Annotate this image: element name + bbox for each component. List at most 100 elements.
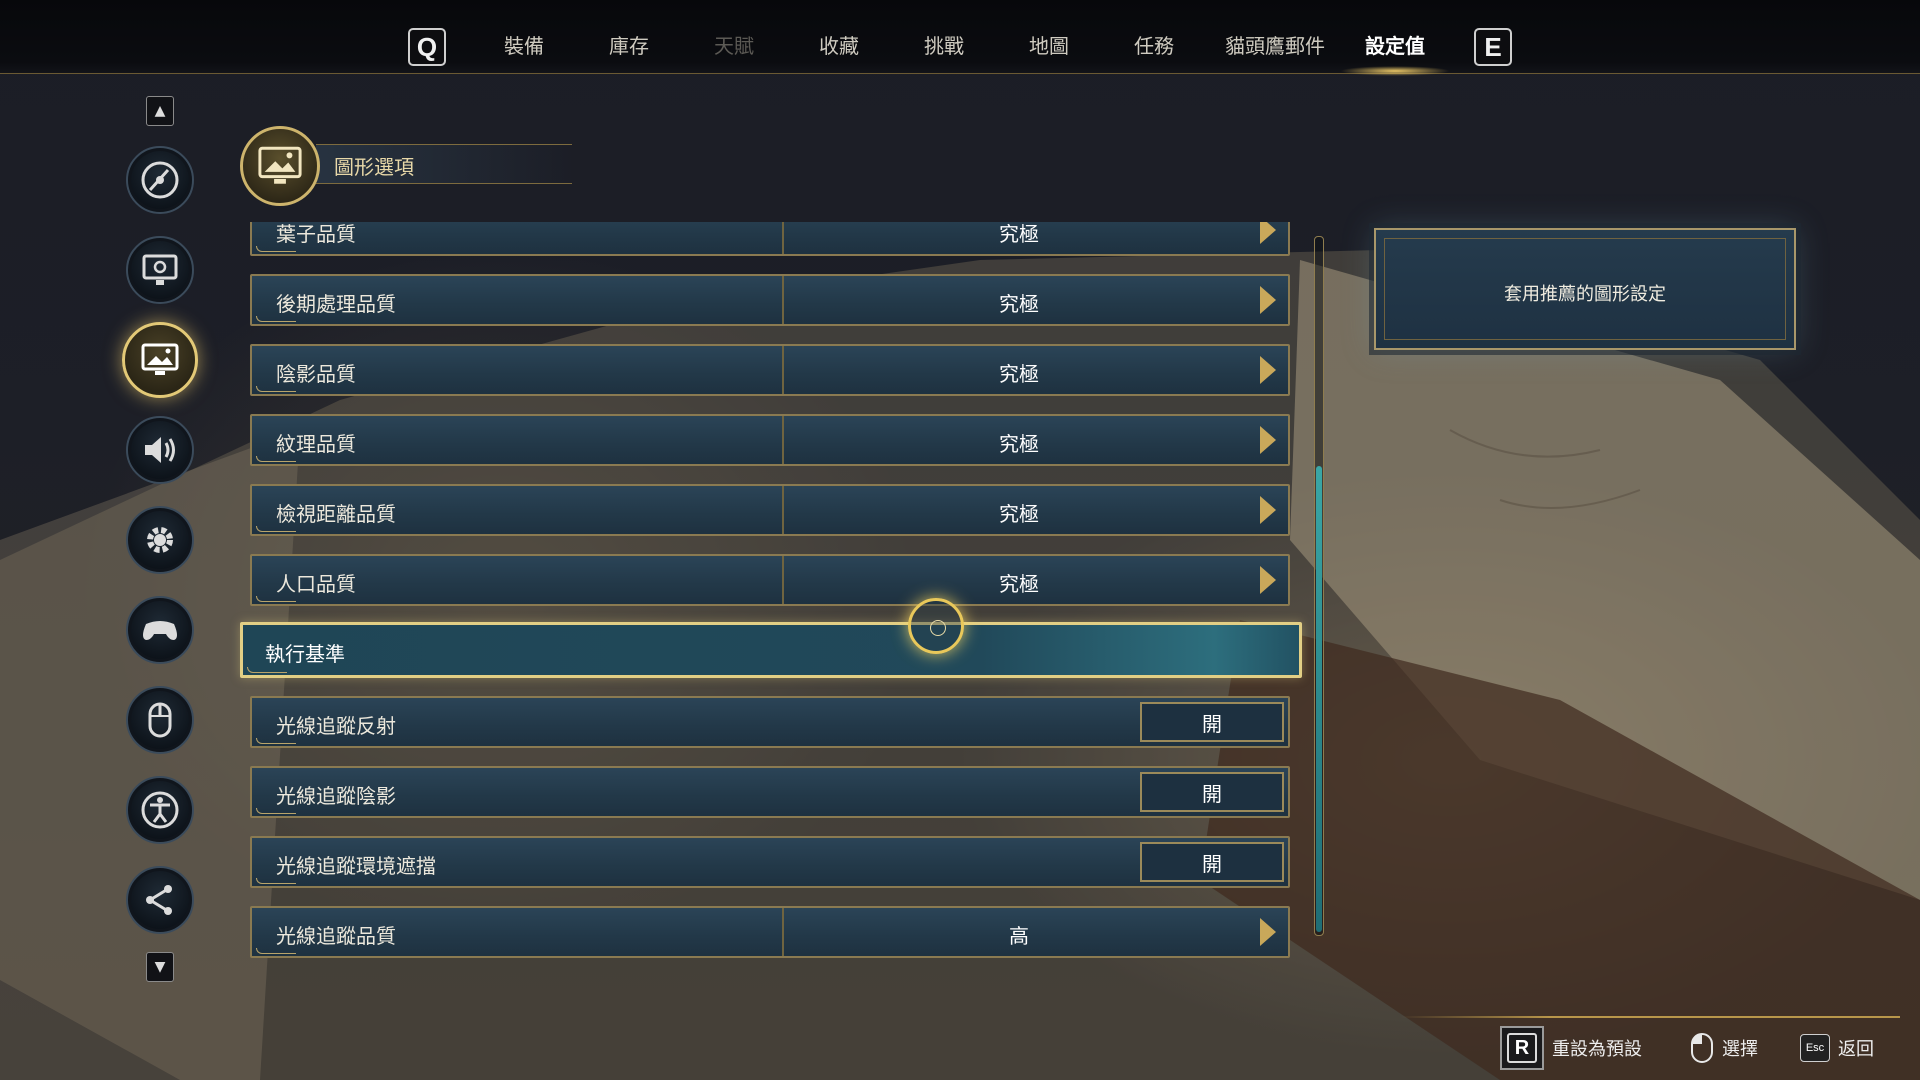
sidebar-item-disc[interactable] — [126, 146, 194, 214]
setting-label: 人口品質 — [276, 572, 356, 596]
row-flourish — [256, 316, 296, 322]
arrow-right-icon[interactable] — [1260, 496, 1276, 524]
tab-collections[interactable]: 收藏 — [811, 30, 867, 62]
reset-defaults-hint[interactable]: R 重設為預設 — [1500, 1026, 1642, 1070]
active-tab-glow — [1340, 66, 1450, 76]
image-monitor-icon — [258, 146, 302, 184]
apply-recommended-label: 套用推薦的圖形設定 — [1504, 284, 1666, 305]
setting-row-rt-reflections[interactable]: 光線追蹤反射 開 — [250, 696, 1290, 748]
tab-settings[interactable]: 設定值 — [1360, 30, 1430, 62]
disc-icon — [141, 161, 179, 199]
setting-row-rt-shadows[interactable]: 光線追蹤陰影 開 — [250, 766, 1290, 818]
mouse-left-click-icon — [1691, 1033, 1713, 1063]
select-hint[interactable]: 選擇 — [1690, 1028, 1758, 1068]
row-flourish — [256, 878, 296, 884]
accessibility-icon — [141, 791, 179, 829]
setting-row-population-quality[interactable]: 人口品質 究極 — [250, 554, 1290, 606]
setting-value: 究極 — [999, 292, 1039, 316]
setting-row-texture-quality[interactable]: 紋理品質 究極 — [250, 414, 1290, 466]
speaker-icon — [145, 437, 175, 463]
sidebar-scroll-down-button[interactable]: ▼ — [146, 952, 174, 982]
arrow-right-icon[interactable] — [1260, 426, 1276, 454]
tab-quests[interactable]: 任務 — [1126, 30, 1182, 62]
row-flourish — [256, 386, 296, 392]
row-flourish — [256, 526, 296, 532]
tab-inventory[interactable]: 庫存 — [601, 30, 657, 62]
gear-icon — [147, 527, 173, 553]
sidebar-item-controller[interactable] — [126, 596, 194, 664]
setting-value: 究極 — [999, 502, 1039, 526]
sidebar-item-graphics[interactable] — [122, 322, 198, 398]
sidebar-item-display[interactable] — [126, 236, 194, 304]
setting-value: 究極 — [999, 572, 1039, 596]
share-icon — [146, 885, 172, 915]
row-flourish — [256, 808, 296, 814]
bottom-divider — [1400, 1016, 1900, 1018]
reset-defaults-label: 重設為預設 — [1552, 1039, 1642, 1060]
select-label: 選擇 — [1722, 1039, 1758, 1060]
section-badge — [240, 126, 320, 206]
row-flourish — [256, 246, 296, 252]
setting-row-post-processing-quality[interactable]: 後期處理品質 究極 — [250, 274, 1290, 326]
next-tab-key-e[interactable]: E — [1474, 28, 1512, 66]
arrow-right-icon[interactable] — [1260, 566, 1276, 594]
row-flourish — [247, 667, 287, 673]
apply-recommended-settings-button[interactable]: 套用推薦的圖形設定 — [1374, 228, 1796, 350]
setting-label: 光線追蹤陰影 — [276, 784, 396, 808]
sidebar-item-accessibility[interactable] — [126, 776, 194, 844]
row-flourish — [256, 456, 296, 462]
setting-value: 究極 — [999, 362, 1039, 386]
setting-label: 光線追蹤品質 — [276, 924, 396, 948]
esc-key-icon: Esc — [1800, 1034, 1830, 1062]
setting-row-view-distance-quality[interactable]: 檢視距離品質 究極 — [250, 484, 1290, 536]
toggle-button[interactable]: 開 — [1140, 842, 1284, 882]
setting-label: 檢視距離品質 — [276, 502, 396, 526]
setting-value: 究極 — [999, 222, 1039, 246]
sidebar-item-audio[interactable] — [126, 416, 194, 484]
tab-talents: 天賦 — [714, 34, 754, 58]
r-key-icon: R — [1500, 1026, 1544, 1070]
gamepad-icon — [143, 621, 177, 640]
back-hint[interactable]: Esc 返回 — [1800, 1028, 1874, 1068]
setting-row-rt-ambient-occlusion[interactable]: 光線追蹤環境遮擋 開 — [250, 836, 1290, 888]
setting-label: 光線追蹤環境遮擋 — [276, 854, 436, 878]
monitor-gear-icon — [142, 254, 178, 285]
toggle-button[interactable]: 開 — [1140, 702, 1284, 742]
setting-label: 陰影品質 — [276, 362, 356, 386]
sidebar-item-share[interactable] — [126, 866, 194, 934]
setting-label: 後期處理品質 — [276, 292, 396, 316]
benchmark-label: 執行基準 — [265, 642, 345, 666]
graphics-settings-list: 葉子品質 究極 後期處理品質 究極 陰影品質 究極 紋理品質 究極 檢視距離品質… — [230, 222, 1310, 982]
setting-label: 葉子品質 — [276, 222, 356, 246]
prev-tab-key-q[interactable]: Q — [408, 28, 446, 66]
tab-owl-post[interactable]: 貓頭鷹郵件 — [1220, 30, 1330, 62]
sidebar-item-mouse[interactable] — [126, 686, 194, 754]
mouse-icon — [148, 702, 172, 738]
settings-scrollbar-thumb[interactable] — [1316, 466, 1322, 932]
setting-row-foliage-quality[interactable]: 葉子品質 究極 — [250, 222, 1290, 256]
sidebar-item-gameplay[interactable] — [126, 506, 194, 574]
setting-row-shadow-quality[interactable]: 陰影品質 究極 — [250, 344, 1290, 396]
row-flourish — [256, 596, 296, 602]
back-label: 返回 — [1838, 1039, 1874, 1060]
cursor-ring-icon — [908, 598, 964, 654]
arrow-right-icon[interactable] — [1260, 356, 1276, 384]
arrow-right-icon[interactable] — [1260, 222, 1276, 244]
setting-row-rt-quality[interactable]: 光線追蹤品質 高 — [250, 906, 1290, 958]
run-benchmark-button[interactable]: 執行基準 — [240, 622, 1302, 678]
setting-value: 高 — [1009, 924, 1029, 948]
tab-equipment[interactable]: 裝備 — [496, 30, 552, 62]
setting-label: 光線追蹤反射 — [276, 714, 396, 738]
image-monitor-icon — [141, 343, 179, 375]
sidebar-scroll-up-button[interactable]: ▲ — [146, 96, 174, 126]
arrow-right-icon[interactable] — [1260, 918, 1276, 946]
toggle-button[interactable]: 開 — [1140, 772, 1284, 812]
tab-map[interactable]: 地圖 — [1021, 30, 1077, 62]
section-title: 圖形選項 — [334, 155, 414, 179]
tab-challenges[interactable]: 挑戰 — [916, 30, 972, 62]
arrow-right-icon[interactable] — [1260, 286, 1276, 314]
setting-label: 紋理品質 — [276, 432, 356, 456]
setting-value: 究極 — [999, 432, 1039, 456]
row-flourish — [256, 738, 296, 744]
row-flourish — [256, 948, 296, 954]
